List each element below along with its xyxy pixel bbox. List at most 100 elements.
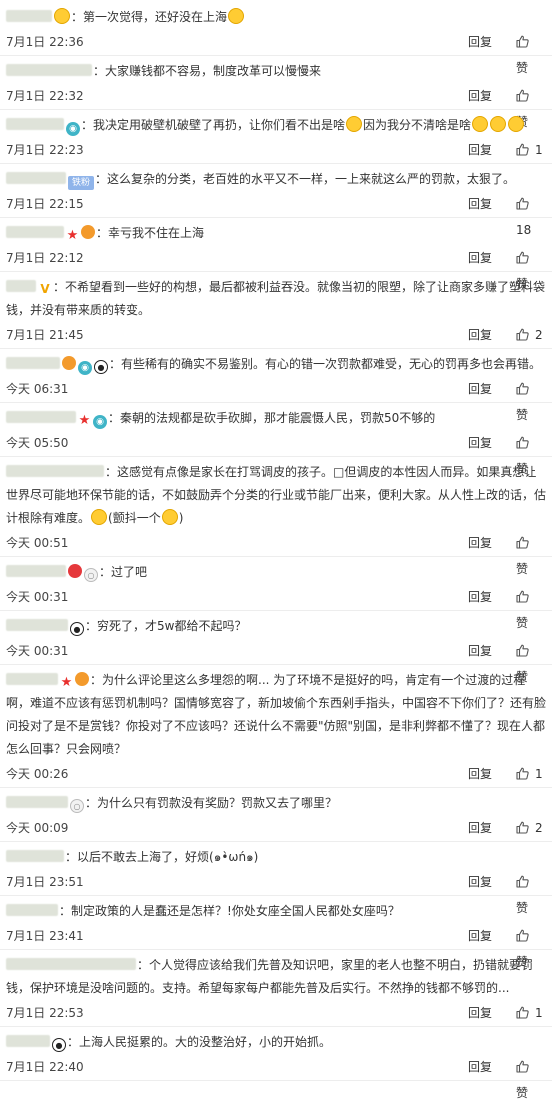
reply-button[interactable]: 回复 (468, 869, 492, 895)
like-button[interactable]: 2 (516, 322, 543, 348)
like-button[interactable]: 2 (516, 815, 543, 841)
thumbs-up-outline-icon (516, 89, 529, 102)
username-link[interactable] (6, 357, 60, 369)
colon: ： (59, 904, 72, 918)
username-link[interactable] (6, 118, 64, 130)
comment-meta: 今天 00:51 回复赞 (6, 530, 546, 576)
colon: ： (85, 619, 98, 633)
username-link[interactable] (6, 411, 76, 423)
comment-meta: 今天 06:31 回复赞 (6, 376, 546, 422)
reply-button[interactable]: 回复 (468, 191, 492, 217)
username-link[interactable] (6, 64, 92, 76)
username-link[interactable] (6, 673, 58, 685)
comment-body: 为什么只有罚款没有奖励？罚款又去了哪里？ (97, 796, 338, 810)
comment-item: ★ ：为什么评论里这么多埋怨的啊... 为了环境不是挺好的吗，肯定有一个过渡的过程… (0, 665, 552, 788)
thumbs-up-outline-icon (516, 197, 529, 210)
username-link[interactable] (6, 796, 68, 808)
thumbs-up-outline-icon (516, 590, 529, 603)
eye-badge-icon: ◉ (93, 415, 107, 429)
red-badge-icon (68, 564, 82, 578)
reply-button[interactable]: 回复 (468, 761, 492, 787)
thumbs-up-outline-icon (516, 328, 529, 341)
comment-body: 秦朝的法规都是砍手砍脚，那才能震慑人民，罚款50不够的 (120, 411, 436, 425)
username-link[interactable] (6, 904, 58, 916)
colon: ： (85, 796, 98, 810)
username-link[interactable] (6, 280, 36, 292)
username-link[interactable] (6, 172, 66, 184)
username-link[interactable] (6, 619, 68, 631)
username-link[interactable] (6, 958, 136, 970)
reply-button[interactable]: 回复 (468, 638, 492, 664)
emoji-cry-icon (472, 116, 489, 132)
comment-meta: 7月1日 22:23 回复 1 (6, 137, 546, 163)
comment-item: ● ：穷死了，才5w都给不起吗？ 今天 00:31 回复赞 (0, 611, 552, 684)
reply-button[interactable]: 回复 (468, 584, 492, 610)
reply-button[interactable]: 回复 (468, 815, 492, 841)
comment-meta: 7月1日 22:40 回复赞 (6, 1054, 546, 1100)
reply-button[interactable]: 回复 (468, 1054, 492, 1080)
star-badge-icon: ★ (78, 413, 91, 428)
comment-text: ○ ：过了吧 (6, 561, 546, 584)
colon: ： (93, 64, 106, 78)
emoji-cry-icon (508, 116, 525, 132)
comment-body: 第一次觉得，还好没在上海 (83, 10, 228, 24)
comment-item: ◉ ：我决定用破壁机破壁了再扔，让你们看不出是啥 因为我分不清啥是啥 7月1日 22:… (0, 110, 552, 164)
reply-button[interactable]: 回复 (468, 83, 492, 109)
panda-badge-icon: ● (70, 622, 84, 636)
username-link[interactable] (6, 1035, 50, 1047)
ring-badge-icon: ○ (70, 799, 84, 813)
comment-text: ：以后不敢去上海了，好烦(๑•̀ωń๑) (6, 846, 546, 869)
reply-button[interactable]: 回复 (468, 322, 492, 348)
comment-time: 7月1日 23:51 (6, 875, 84, 889)
colon: ： (99, 565, 112, 579)
like-count: 2 (535, 328, 543, 342)
colon: ： (108, 411, 121, 425)
like-count: 1 (535, 767, 543, 781)
star-badge-icon: ★ (66, 228, 79, 243)
username-link[interactable] (6, 465, 104, 477)
ring-badge-icon: ○ (84, 568, 98, 582)
username-link[interactable] (6, 226, 64, 238)
comment-text: ● ：上海人民挺累的。大的没整治好，小的开始抓。 (6, 1031, 546, 1054)
reply-button[interactable]: 回复 (468, 29, 492, 55)
thumbs-up-outline-icon (516, 875, 529, 888)
comment-body: 为什么评论里这么多埋怨的啊... 为了环境不是挺好的吗，肯定有一个过渡的过程啊，… (6, 673, 547, 756)
comment-item: ● ：上海人民挺累的。大的没整治好，小的开始抓。 7月1日 22:40 回复赞 (0, 1027, 552, 1100)
like-button[interactable]: 1 (516, 137, 543, 163)
username-link[interactable] (6, 565, 66, 577)
panda-badge-icon: ● (52, 1038, 66, 1052)
comment-body: 制定政策的人是蠢还是怎样？!你处女座全国人民都处女座吗？ (71, 904, 400, 918)
thumbs-up-outline-icon (516, 143, 529, 156)
reply-button[interactable]: 回复 (468, 430, 492, 456)
like-button[interactable]: 1 (516, 761, 543, 787)
emoji-shy-icon (91, 509, 108, 525)
username-link[interactable] (6, 10, 52, 22)
reply-button[interactable]: 回复 (468, 923, 492, 949)
comment-time: 今天 00:09 (6, 821, 69, 835)
like-button[interactable]: 1 (516, 1000, 543, 1026)
colon: ： (81, 118, 94, 132)
like-button[interactable]: 赞 (516, 1054, 546, 1106)
comment-text: ：大家赚钱都不容易，制度改革可以慢慢来 (6, 60, 546, 83)
comment-meta: 今天 00:09 回复 2 (6, 815, 546, 841)
comment-meta: 今天 05:50 回复赞 (6, 430, 546, 476)
reply-button[interactable]: 回复 (468, 245, 492, 271)
comment-text: ◉ ● ：有些稀有的确实不易鉴别。有心的错一次罚款都难受，无心的罚再多也会再错。 (6, 353, 546, 376)
reply-button[interactable]: 回复 (468, 530, 492, 556)
comment-item: ○ ：为什么只有罚款没有奖励？罚款又去了哪里？ 今天 00:09 回复 2 (0, 788, 552, 842)
emoji-hand-icon (54, 8, 70, 24)
comment-item: ★ ◉ ：秦朝的法规都是砍手砍脚，那才能震慑人民，罚款50不够的 今天 05:50 回复… (0, 403, 552, 476)
comment-item: ：第一次觉得，还好没在上海 7月1日 22:36 回复赞 (0, 0, 552, 75)
comment-body-cont: 因为我分不清啥是啥 (363, 118, 472, 132)
reply-button[interactable]: 回复 (468, 137, 492, 163)
medal-badge-icon (75, 672, 89, 686)
comment-meta: 7月1日 21:45 回复 2 (6, 322, 546, 348)
comment-text: ★ ◉ ：秦朝的法规都是砍手砍脚，那才能震慑人民，罚款50不够的 (6, 407, 546, 430)
username-link[interactable] (6, 850, 64, 862)
comment-time: 7月1日 22:53 (6, 1006, 84, 1020)
comment-meta: 7月1日 23:51 回复赞 (6, 869, 546, 915)
reply-button[interactable]: 回复 (468, 1000, 492, 1026)
comment-body: 以后不敢去上海了，好烦(๑•̀ωń๑) (77, 850, 259, 864)
comment-time: 7月1日 22:12 (6, 251, 84, 265)
reply-button[interactable]: 回复 (468, 376, 492, 402)
